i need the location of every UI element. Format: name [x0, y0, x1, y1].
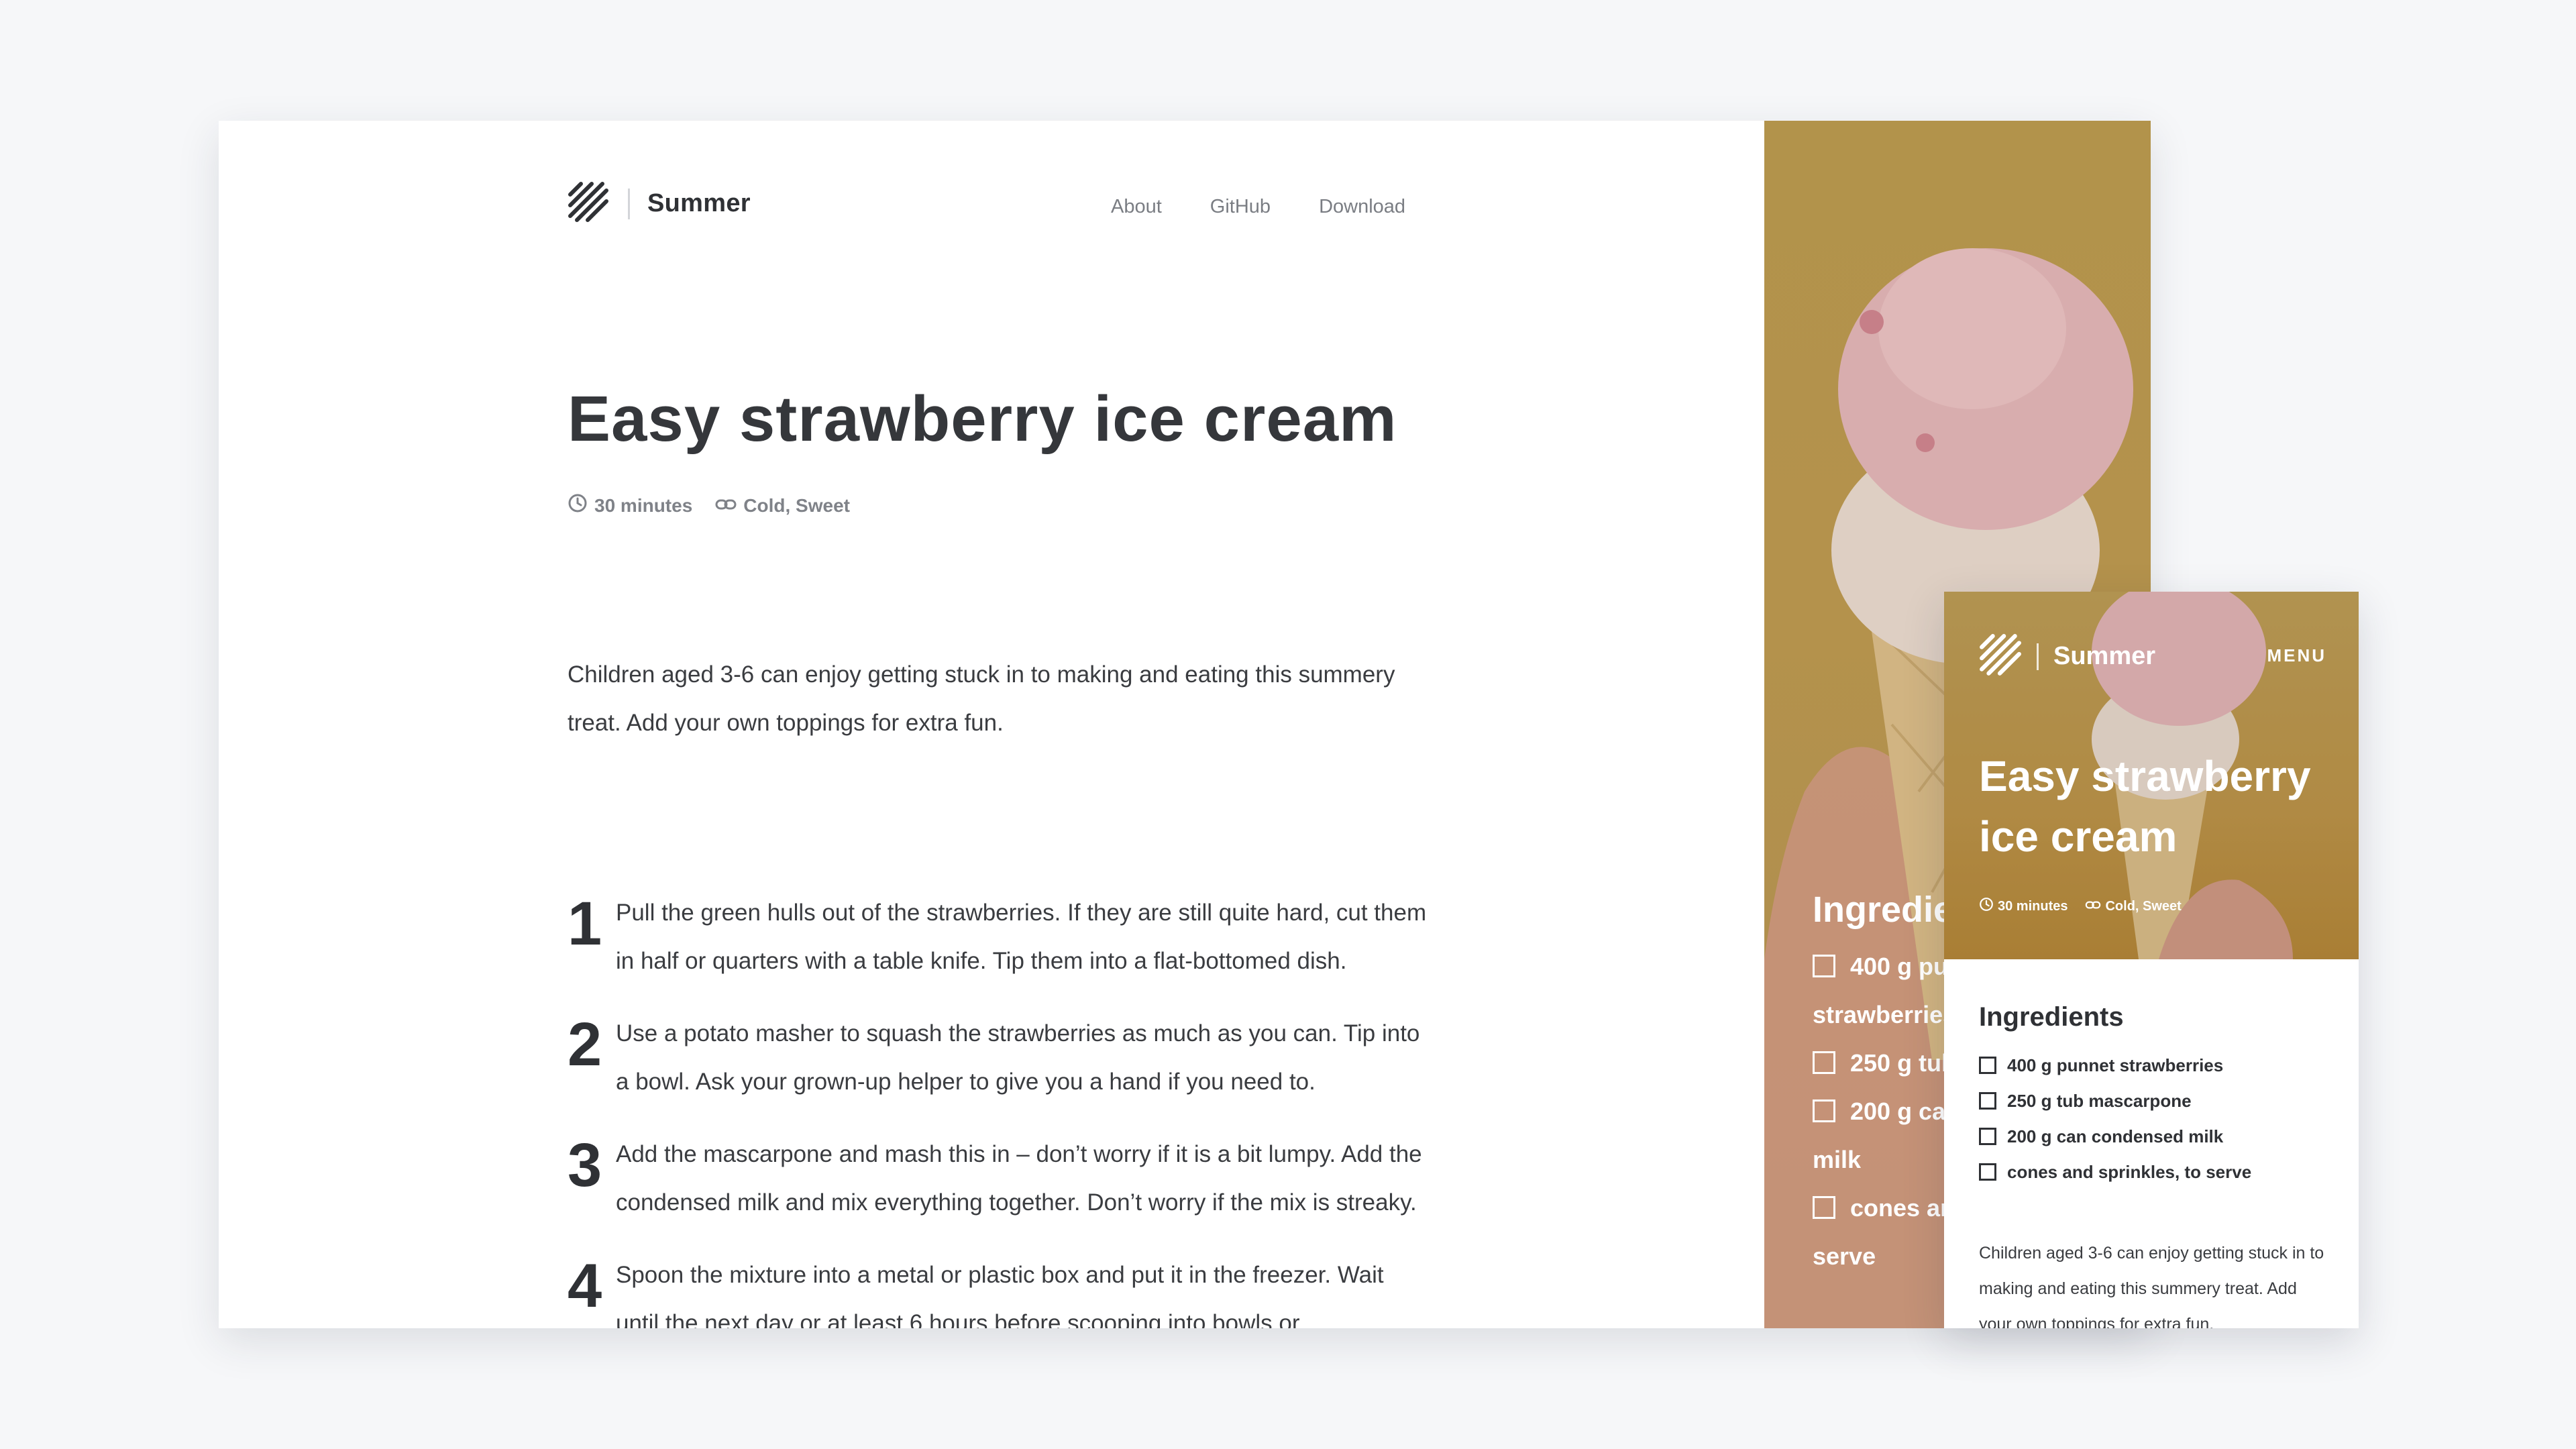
step-number: 3	[568, 1131, 602, 1199]
mobile-window: Summer MENU Easy strawberry ice cream 30…	[1944, 592, 2359, 1328]
brand-divider	[2037, 643, 2039, 670]
step-text: Use a potato masher to squash the strawb…	[616, 1020, 1420, 1095]
checkbox-icon[interactable]	[1813, 1099, 1835, 1122]
brand[interactable]: Summer	[568, 181, 751, 226]
link-icon	[2085, 899, 2101, 914]
step-number: 1	[568, 890, 602, 958]
recipe-meta: 30 minutes Cold, Sweet	[568, 493, 850, 518]
mobile-ingredient-item[interactable]: 250 g tub mascarpone	[1979, 1083, 2341, 1119]
mobile-hero: Summer MENU Easy strawberry ice cream 30…	[1944, 592, 2359, 959]
checkbox-icon[interactable]	[1813, 1196, 1835, 1219]
clock-icon	[568, 493, 588, 518]
step-text: Spoon the mixture into a metal or plasti…	[616, 1262, 1384, 1328]
step-text: Pull the green hulls out of the strawber…	[616, 900, 1427, 974]
step-number: 2	[568, 1010, 602, 1079]
mobile-recipe-meta: 30 minutes Cold, Sweet	[1979, 897, 2182, 916]
mobile-time-meta: 30 minutes	[1979, 897, 2068, 916]
diagonal-stripes-logo-icon	[568, 181, 609, 226]
time-label: 30 minutes	[594, 494, 693, 516]
brand-name: Summer	[647, 189, 751, 217]
mobile-recipe-title: Easy strawberry ice cream	[1979, 752, 2311, 861]
mobile-menu-button[interactable]: MENU	[2267, 645, 2326, 666]
brand-divider	[628, 188, 630, 219]
step-item: 3 Add the mascarpone and mash this in – …	[568, 1130, 1433, 1227]
mobile-recipe-intro: Children aged 3-6 can enjoy getting stuc…	[1979, 1244, 2324, 1328]
link-icon	[715, 495, 737, 517]
checkbox-icon[interactable]	[1813, 1051, 1835, 1074]
mobile-ingredients-title: Ingredients	[1979, 1002, 2124, 1032]
mobile-tags-meta[interactable]: Cold, Sweet	[2085, 898, 2182, 914]
clock-icon	[1979, 897, 1994, 916]
checkbox-icon[interactable]	[1979, 1057, 1996, 1074]
checkbox-icon[interactable]	[1813, 955, 1835, 977]
mobile-brand[interactable]: Summer	[1979, 633, 2155, 680]
nav-about[interactable]: About	[1111, 196, 1162, 218]
step-item: 4 Spoon the mixture into a metal or plas…	[568, 1251, 1433, 1328]
tags-label: Cold, Sweet	[743, 494, 850, 516]
mobile-ingredient-item[interactable]: 400 g punnet strawberries	[1979, 1048, 2341, 1083]
mobile-tags-label: Cold, Sweet	[2105, 898, 2182, 914]
checkbox-icon[interactable]	[1979, 1092, 1996, 1110]
tags-meta[interactable]: Cold, Sweet	[715, 495, 850, 517]
hero-ingredients-title: Ingredie	[1813, 890, 1954, 930]
mobile-brand-name: Summer	[2053, 642, 2156, 670]
step-item: 2 Use a potato masher to squash the stra…	[568, 1010, 1433, 1106]
checkbox-icon[interactable]	[1979, 1128, 1996, 1145]
step-number: 4	[568, 1252, 602, 1320]
nav-download[interactable]: Download	[1319, 196, 1405, 218]
mobile-time-label: 30 minutes	[1998, 898, 2068, 914]
time-meta: 30 minutes	[568, 493, 692, 518]
recipe-steps: 1 Pull the green hulls out of the strawb…	[568, 889, 1433, 1328]
step-text: Add the mascarpone and mash this in – do…	[616, 1141, 1422, 1216]
diagonal-stripes-logo-icon	[1979, 633, 2022, 680]
top-nav: About GitHub Download	[1111, 196, 1405, 218]
recipe-title: Easy strawberry ice cream	[568, 383, 1397, 455]
checkbox-icon[interactable]	[1979, 1163, 1996, 1181]
recipe-intro: Children aged 3-6 can enjoy getting stuc…	[568, 661, 1395, 736]
mobile-ingredients-list: 400 g punnet strawberries 250 g tub masc…	[1979, 1048, 2341, 1190]
mobile-ingredient-item[interactable]: 200 g can condensed milk	[1979, 1119, 2341, 1155]
mobile-ingredient-item[interactable]: cones and sprinkles, to serve	[1979, 1155, 2341, 1190]
nav-github[interactable]: GitHub	[1210, 196, 1271, 218]
step-item: 1 Pull the green hulls out of the strawb…	[568, 889, 1433, 985]
